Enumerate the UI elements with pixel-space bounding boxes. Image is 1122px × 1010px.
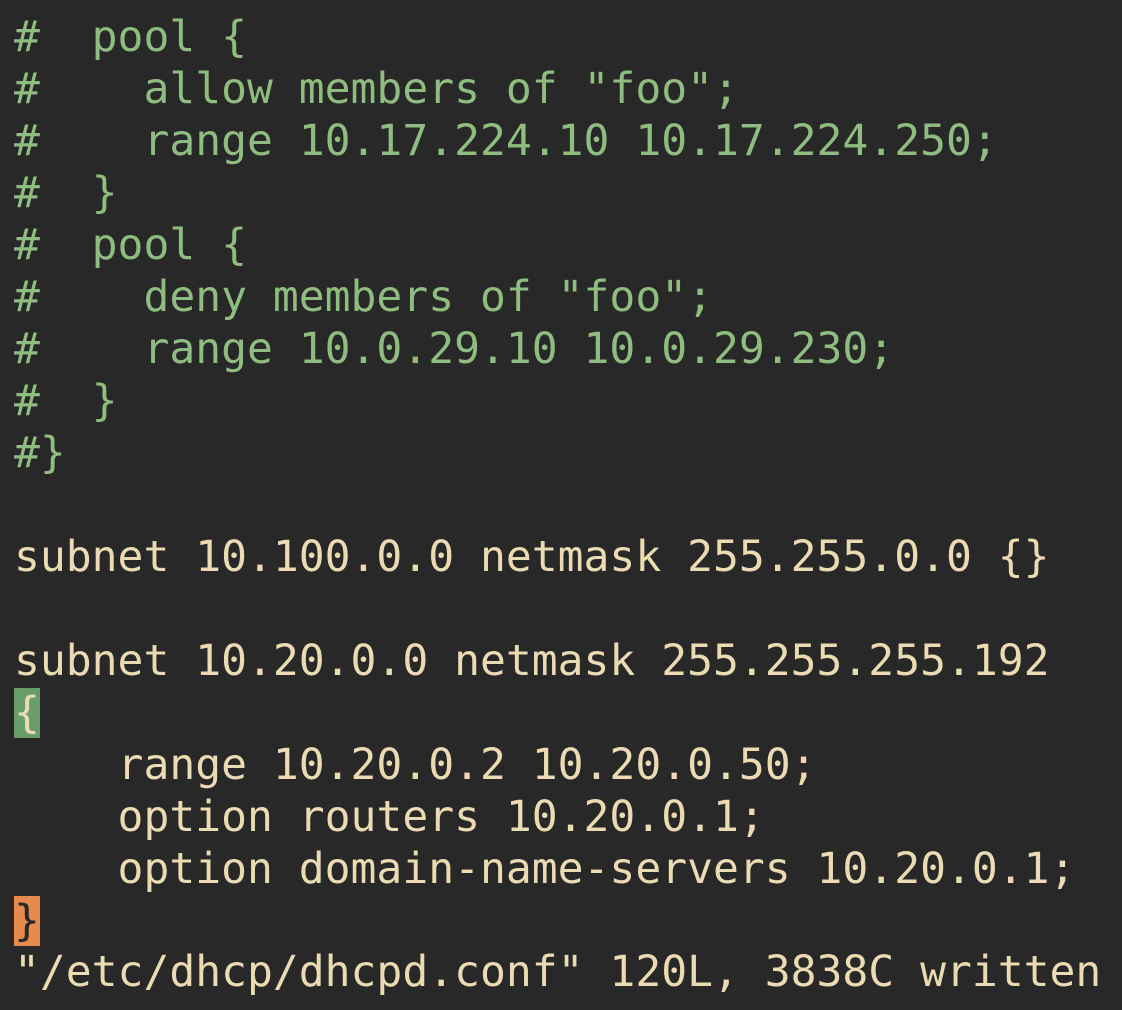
cursor: } bbox=[14, 896, 40, 946]
code-text: option domain-name-servers 10.20.0.1; bbox=[14, 844, 1076, 894]
buffer-line[interactable]: { bbox=[14, 687, 1114, 739]
buffer-line[interactable]: # pool { bbox=[14, 219, 1114, 271]
comment-text: # deny members of "foo"; bbox=[14, 272, 713, 322]
comment-text: # } bbox=[14, 376, 118, 426]
buffer-line[interactable]: # deny members of "foo"; bbox=[14, 271, 1114, 323]
buffer-line[interactable]: range 10.20.0.2 10.20.0.50; bbox=[14, 739, 1114, 791]
editor-buffer[interactable]: # pool {# allow members of "foo"; # range… bbox=[14, 11, 1114, 947]
comment-text: # pool { bbox=[14, 220, 247, 270]
buffer-line[interactable]: } bbox=[14, 895, 1114, 947]
code-text: subnet 10.100.0.0 netmask 255.255.0.0 {} bbox=[14, 532, 1050, 582]
buffer-line[interactable]: option domain-name-servers 10.20.0.1; bbox=[14, 843, 1114, 895]
buffer-line[interactable]: option routers 10.20.0.1; bbox=[14, 791, 1114, 843]
code-text: subnet 10.20.0.0 netmask 255.255.255.192 bbox=[14, 636, 1050, 686]
buffer-line[interactable]: # pool { bbox=[14, 11, 1114, 63]
buffer-line[interactable]: # } bbox=[14, 167, 1114, 219]
code-text: option routers 10.20.0.1; bbox=[14, 792, 765, 842]
comment-text: # } bbox=[14, 168, 118, 218]
comment-text: # pool { bbox=[14, 12, 247, 62]
buffer-line[interactable]: # } bbox=[14, 375, 1114, 427]
comment-text: # allow members of "foo"; bbox=[14, 64, 739, 114]
comment-text: # range 10.0.29.10 10.0.29.230; bbox=[14, 324, 895, 374]
status-message: "/etc/dhcp/dhcpd.conf" 120L, 3838C writt… bbox=[14, 947, 1102, 997]
buffer-line[interactable]: #} bbox=[14, 427, 1114, 479]
buffer-line[interactable]: # range 10.17.224.10 10.17.224.250; bbox=[14, 115, 1114, 167]
buffer-line[interactable]: subnet 10.100.0.0 netmask 255.255.0.0 {} bbox=[14, 531, 1114, 583]
buffer-line[interactable] bbox=[14, 583, 1114, 635]
buffer-line[interactable]: # allow members of "foo"; bbox=[14, 63, 1114, 115]
buffer-line[interactable]: subnet 10.20.0.0 netmask 255.255.255.192 bbox=[14, 635, 1114, 687]
comment-text: #} bbox=[14, 428, 66, 478]
code-text: range 10.20.0.2 10.20.0.50; bbox=[14, 740, 817, 790]
matching-brace-highlight: { bbox=[14, 688, 40, 738]
comment-text: # range 10.17.224.10 10.17.224.250; bbox=[14, 116, 998, 166]
buffer-line[interactable] bbox=[14, 479, 1114, 531]
buffer-line[interactable]: # range 10.0.29.10 10.0.29.230; bbox=[14, 323, 1114, 375]
